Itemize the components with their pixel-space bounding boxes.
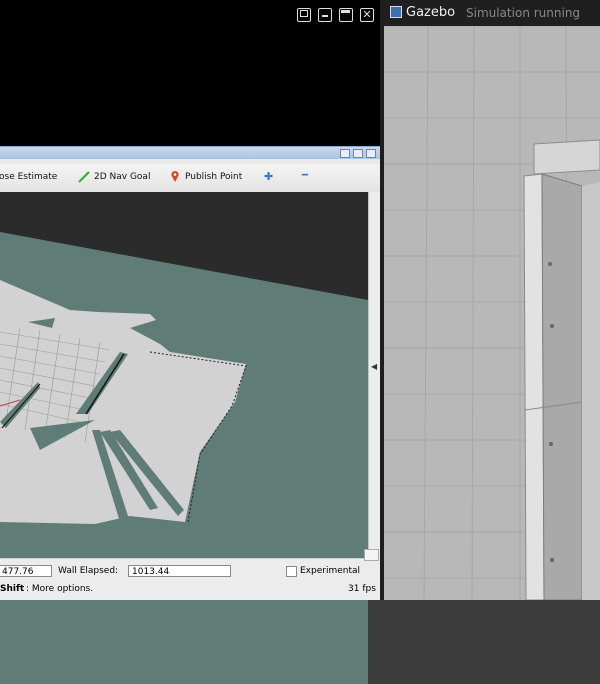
gazebo-title: Gazebo	[406, 5, 456, 20]
nav-goal-icon	[78, 171, 90, 183]
rviz-toolbar: ose Estimate 2D Nav Goal Publish Point ✚…	[0, 164, 382, 193]
simulation-status: Simulation running	[466, 6, 581, 20]
add-icon[interactable]: ✚	[264, 170, 273, 183]
minimize-icon[interactable]	[318, 8, 332, 22]
pose-estimate-tool[interactable]: ose Estimate	[0, 172, 57, 182]
collapse-arrow-icon[interactable]: ◀	[371, 362, 377, 371]
gazebo-titlebar: Gazebo Simulation running	[384, 0, 600, 26]
close-icon[interactable]: ✕	[360, 8, 374, 22]
terminal-window: ✕	[0, 0, 380, 150]
rviz-maximize-button[interactable]	[353, 149, 363, 158]
rviz-titlebar	[0, 146, 382, 159]
experimental-label: Experimental	[300, 566, 361, 576]
restore-icon[interactable]	[297, 8, 311, 22]
publish-point-tool[interactable]: Publish Point	[185, 172, 242, 182]
reset-button[interactable]	[364, 549, 379, 561]
gazebo-scene[interactable]	[384, 25, 600, 600]
status-hint-text: : More options.	[26, 584, 94, 594]
remove-icon[interactable]: ━	[302, 170, 308, 181]
rviz-window: ose Estimate 2D Nav Goal Publish Point ✚…	[0, 146, 382, 684]
nav-goal-tool[interactable]: 2D Nav Goal	[94, 172, 150, 182]
experimental-checkbox[interactable]	[286, 566, 297, 577]
rviz-minimize-button[interactable]	[340, 149, 350, 158]
gazebo-render	[384, 25, 600, 600]
map-pin-icon	[171, 171, 179, 182]
wall-elapsed-label: Wall Elapsed:	[58, 566, 119, 576]
gazebo-window: Gazebo Simulation running	[384, 0, 600, 600]
gazebo-app-icon	[390, 6, 402, 18]
map-render	[0, 192, 368, 684]
fps-readout: 31 fps	[348, 584, 376, 594]
wall-elapsed-field[interactable]: 1013.44	[128, 565, 231, 577]
status-hint-key: Shift	[0, 584, 25, 594]
maximize-icon[interactable]	[339, 8, 353, 22]
3d-viewport[interactable]	[0, 192, 368, 684]
status-bar: Shift : More options. 31 fps	[0, 579, 380, 600]
rviz-close-button[interactable]	[366, 149, 376, 158]
terminal-titlebar: ✕	[0, 0, 380, 30]
ros-elapsed-field[interactable]: 477.76	[0, 565, 52, 577]
